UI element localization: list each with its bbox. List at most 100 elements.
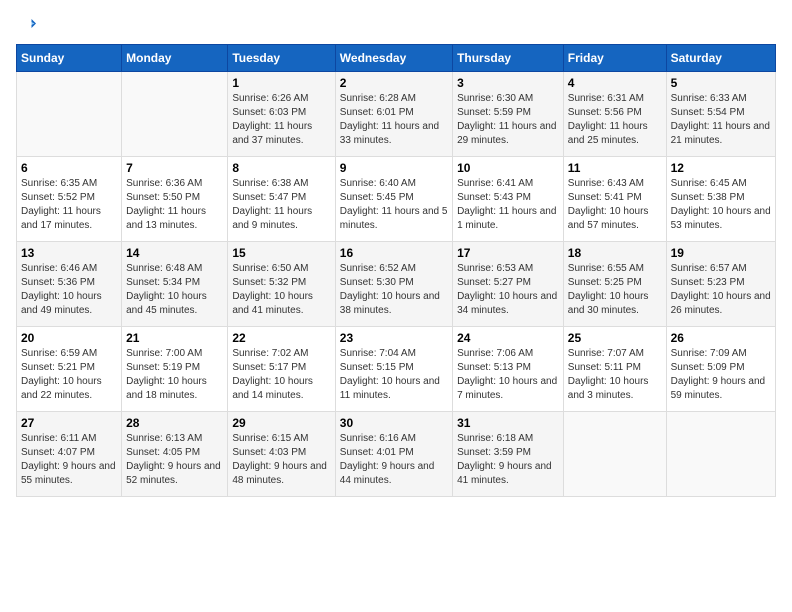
sunrise-text: Sunrise: 6:28 AM (340, 92, 448, 106)
day-number: 3 (457, 76, 559, 90)
day-info: Sunrise: 7:02 AMSunset: 5:17 PMDaylight:… (232, 347, 330, 403)
sunrise-text: Sunrise: 7:04 AM (340, 347, 448, 361)
day-info: Sunrise: 6:11 AMSunset: 4:07 PMDaylight:… (21, 432, 117, 488)
calendar-cell: 28Sunrise: 6:13 AMSunset: 4:05 PMDayligh… (122, 412, 228, 497)
day-info: Sunrise: 6:43 AMSunset: 5:41 PMDaylight:… (568, 177, 662, 233)
calendar-cell: 14 Sunrise: 6:48 AMSunset: 5:34 PMDayligh… (122, 242, 228, 327)
sunrise-text: Sunrise: 6:33 AM (671, 92, 771, 106)
sunset-text: Sunset: 5:15 PM (340, 361, 448, 375)
sunrise-text: Sunrise: 6:18 AM (457, 432, 559, 446)
weekday-header-monday: Monday (122, 45, 228, 72)
calendar-cell: 24Sunrise: 7:06 AMSunset: 5:13 PMDayligh… (453, 327, 564, 412)
calendar-cell: 27 Sunrise: 6:11 AMSunset: 4:07 PMDayligh… (17, 412, 122, 497)
calendar-cell (122, 72, 228, 157)
sunrise-text: Sunrise: 6:38 AM (232, 177, 330, 191)
sunset-text: Sunset: 4:05 PM (126, 446, 223, 460)
calendar-cell: 4Sunrise: 6:31 AMSunset: 5:56 PMDaylight… (563, 72, 666, 157)
day-info: Sunrise: 7:09 AMSunset: 5:09 PMDaylight:… (671, 347, 771, 403)
calendar-cell: 11 Sunrise: 6:43 AMSunset: 5:41 PMDayligh… (563, 157, 666, 242)
day-info: Sunrise: 6:53 AMSunset: 5:27 PMDaylight:… (457, 262, 559, 318)
sunrise-text: Sunrise: 6:13 AM (126, 432, 223, 446)
sunrise-text: Sunrise: 6:43 AM (568, 177, 662, 191)
day-number: 15 (232, 246, 330, 260)
day-number: 27 (21, 416, 117, 430)
calendar-cell: 15Sunrise: 6:50 AMSunset: 5:32 PMDayligh… (228, 242, 335, 327)
daylight-text: Daylight: 9 hours and 41 minutes. (457, 460, 559, 488)
daylight-text: Daylight: 11 hours and 9 minutes. (232, 205, 330, 233)
sunset-text: Sunset: 5:25 PM (568, 276, 662, 290)
sunset-text: Sunset: 5:36 PM (21, 276, 117, 290)
day-number: 10 (457, 161, 559, 175)
daylight-text: Daylight: 10 hours and 26 minutes. (671, 290, 771, 318)
day-info: Sunrise: 7:07 AMSunset: 5:11 PMDaylight:… (568, 347, 662, 403)
sunrise-text: Sunrise: 7:02 AM (232, 347, 330, 361)
weekday-header-thursday: Thursday (453, 45, 564, 72)
daylight-text: Daylight: 10 hours and 34 minutes. (457, 290, 559, 318)
day-info: Sunrise: 7:06 AMSunset: 5:13 PMDaylight:… (457, 347, 559, 403)
sunset-text: Sunset: 4:01 PM (340, 446, 448, 460)
calendar-cell: 25 Sunrise: 7:07 AMSunset: 5:11 PMDayligh… (563, 327, 666, 412)
calendar-cell: 1Sunrise: 6:26 AMSunset: 6:03 PMDaylight… (228, 72, 335, 157)
daylight-text: Daylight: 11 hours and 21 minutes. (671, 120, 771, 148)
weekday-header-saturday: Saturday (666, 45, 775, 72)
daylight-text: Daylight: 10 hours and 18 minutes. (126, 375, 223, 403)
daylight-text: Daylight: 10 hours and 3 minutes. (568, 375, 662, 403)
day-info: Sunrise: 6:55 AMSunset: 5:25 PMDaylight:… (568, 262, 662, 318)
sunrise-text: Sunrise: 6:55 AM (568, 262, 662, 276)
sunset-text: Sunset: 4:03 PM (232, 446, 330, 460)
day-info: Sunrise: 7:04 AMSunset: 5:15 PMDaylight:… (340, 347, 448, 403)
sunset-text: Sunset: 3:59 PM (457, 446, 559, 460)
daylight-text: Daylight: 9 hours and 48 minutes. (232, 460, 330, 488)
calendar-header-row: SundayMondayTuesdayWednesdayThursdayFrid… (17, 45, 776, 72)
weekday-header-friday: Friday (563, 45, 666, 72)
calendar-cell: 26Sunrise: 7:09 AMSunset: 5:09 PMDayligh… (666, 327, 775, 412)
day-info: Sunrise: 6:40 AMSunset: 5:45 PMDaylight:… (340, 177, 448, 233)
calendar-week-row: 1Sunrise: 6:26 AMSunset: 6:03 PMDaylight… (17, 72, 776, 157)
calendar-cell: 17Sunrise: 6:53 AMSunset: 5:27 PMDayligh… (453, 242, 564, 327)
daylight-text: Daylight: 10 hours and 57 minutes. (568, 205, 662, 233)
calendar-cell: 3Sunrise: 6:30 AMSunset: 5:59 PMDaylight… (453, 72, 564, 157)
daylight-text: Daylight: 10 hours and 14 minutes. (232, 375, 330, 403)
daylight-text: Daylight: 10 hours and 49 minutes. (21, 290, 117, 318)
day-info: Sunrise: 6:48 AMSunset: 5:34 PMDaylight:… (126, 262, 223, 318)
sunrise-text: Sunrise: 6:50 AM (232, 262, 330, 276)
calendar-cell (666, 412, 775, 497)
day-info: Sunrise: 6:33 AMSunset: 5:54 PMDaylight:… (671, 92, 771, 148)
daylight-text: Daylight: 11 hours and 33 minutes. (340, 120, 448, 148)
day-info: Sunrise: 6:52 AMSunset: 5:30 PMDaylight:… (340, 262, 448, 318)
calendar-week-row: 20 Sunrise: 6:59 AMSunset: 5:21 PMDayligh… (17, 327, 776, 412)
day-number: 20 (21, 331, 117, 345)
sunrise-text: Sunrise: 6:35 AM (21, 177, 117, 191)
calendar-cell (17, 72, 122, 157)
sunrise-text: Sunrise: 6:53 AM (457, 262, 559, 276)
sunset-text: Sunset: 5:54 PM (671, 106, 771, 120)
daylight-text: Daylight: 11 hours and 13 minutes. (126, 205, 223, 233)
sunset-text: Sunset: 5:52 PM (21, 191, 117, 205)
day-info: Sunrise: 6:15 AMSunset: 4:03 PMDaylight:… (232, 432, 330, 488)
sunrise-text: Sunrise: 6:52 AM (340, 262, 448, 276)
calendar-cell: 13Sunrise: 6:46 AMSunset: 5:36 PMDayligh… (17, 242, 122, 327)
sunrise-text: Sunrise: 6:26 AM (232, 92, 330, 106)
day-number: 8 (232, 161, 330, 175)
day-number: 25 (568, 331, 662, 345)
daylight-text: Daylight: 11 hours and 17 minutes. (21, 205, 117, 233)
calendar-week-row: 27 Sunrise: 6:11 AMSunset: 4:07 PMDayligh… (17, 412, 776, 497)
day-number: 7 (126, 161, 223, 175)
sunset-text: Sunset: 5:27 PM (457, 276, 559, 290)
page-header (16, 16, 776, 34)
sunset-text: Sunset: 5:09 PM (671, 361, 771, 375)
sunset-text: Sunset: 5:13 PM (457, 361, 559, 375)
sunrise-text: Sunrise: 6:31 AM (568, 92, 662, 106)
day-number: 11 (568, 161, 662, 175)
day-number: 14 (126, 246, 223, 260)
day-info: Sunrise: 6:59 AMSunset: 5:21 PMDaylight:… (21, 347, 117, 403)
calendar-cell (563, 412, 666, 497)
day-number: 12 (671, 161, 771, 175)
day-number: 30 (340, 416, 448, 430)
daylight-text: Daylight: 10 hours and 22 minutes. (21, 375, 117, 403)
day-number: 9 (340, 161, 448, 175)
day-info: Sunrise: 6:16 AMSunset: 4:01 PMDaylight:… (340, 432, 448, 488)
sunset-text: Sunset: 5:43 PM (457, 191, 559, 205)
day-info: Sunrise: 6:45 AMSunset: 5:38 PMDaylight:… (671, 177, 771, 233)
sunrise-text: Sunrise: 6:36 AM (126, 177, 223, 191)
